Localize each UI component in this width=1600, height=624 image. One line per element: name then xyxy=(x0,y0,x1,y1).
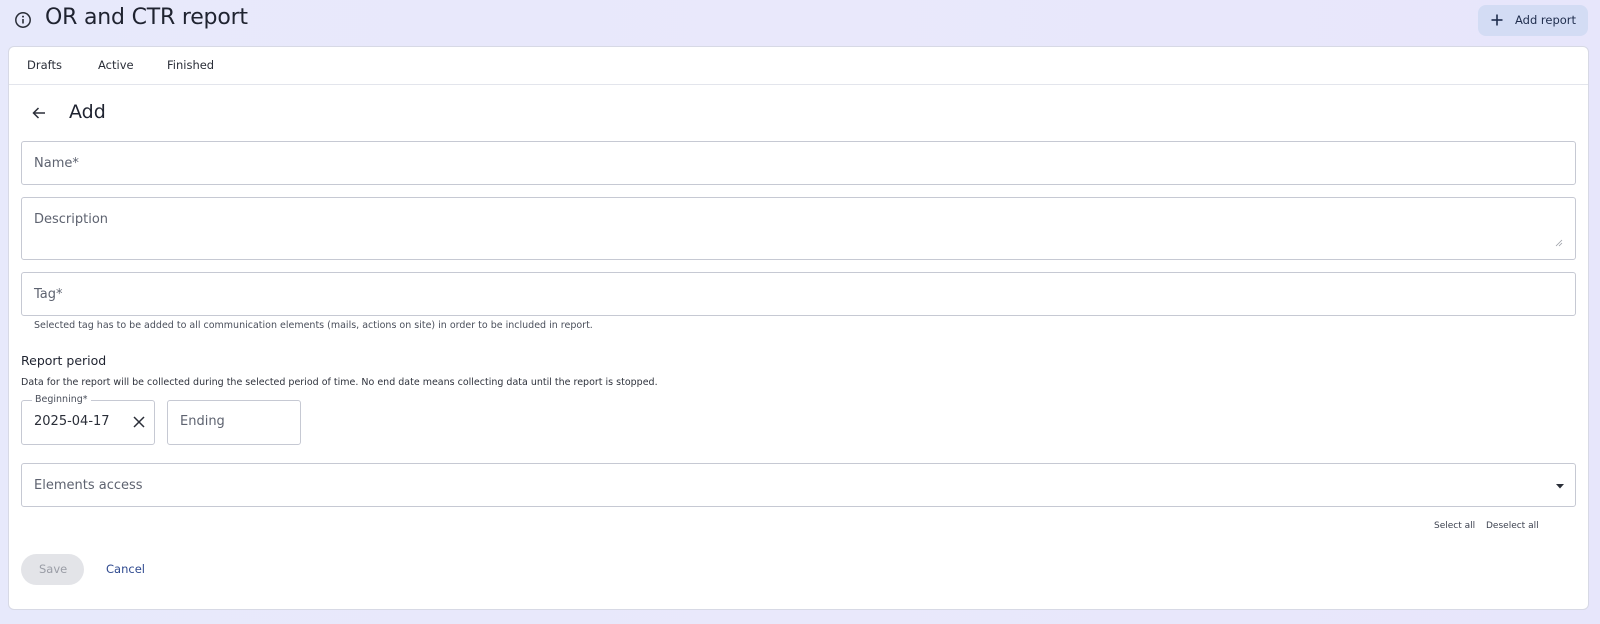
tag-input[interactable]: Tag* xyxy=(21,272,1576,316)
tag-helper-text: Selected tag has to be added to all comm… xyxy=(34,320,593,331)
name-input[interactable]: Name* xyxy=(21,141,1576,185)
tab-finished[interactable]: Finished xyxy=(167,58,214,72)
form-title: Add xyxy=(69,101,106,123)
elements-access-select[interactable]: Elements access xyxy=(21,463,1576,507)
caret-down-icon xyxy=(1556,484,1564,489)
page-header: OR and CTR report Add report xyxy=(0,0,1600,40)
save-button[interactable]: Save xyxy=(21,554,84,585)
elements-access-placeholder: Elements access xyxy=(34,478,143,493)
tab-active[interactable]: Active xyxy=(98,58,134,72)
description-textarea[interactable]: Description xyxy=(21,197,1576,260)
ending-placeholder: Ending xyxy=(180,414,225,429)
description-placeholder: Description xyxy=(34,212,109,227)
beginning-date-field[interactable]: Beginning* 2025-04-17 xyxy=(21,394,155,445)
tab-bar: Drafts Active Finished xyxy=(9,47,1588,85)
plus-icon xyxy=(1491,14,1503,26)
info-icon[interactable] xyxy=(14,11,32,29)
name-placeholder: Name* xyxy=(34,156,79,171)
select-all-link[interactable]: Select all xyxy=(1434,521,1475,531)
beginning-date-value: 2025-04-17 xyxy=(34,414,110,429)
add-report-button[interactable]: Add report xyxy=(1478,5,1588,36)
page-title: OR and CTR report xyxy=(45,5,248,30)
report-period-title: Report period xyxy=(21,353,107,368)
arrow-left-icon[interactable] xyxy=(31,105,47,121)
ending-date-field[interactable]: Ending xyxy=(167,400,301,445)
tag-placeholder: Tag* xyxy=(34,287,63,302)
close-icon[interactable] xyxy=(132,415,146,429)
deselect-all-link[interactable]: Deselect all xyxy=(1486,521,1539,531)
save-label: Save xyxy=(39,562,68,576)
cancel-button[interactable]: Cancel xyxy=(106,562,145,576)
beginning-label: Beginning* xyxy=(32,394,91,405)
report-form-card: Drafts Active Finished Add Name* Descrip… xyxy=(8,46,1589,610)
tab-drafts[interactable]: Drafts xyxy=(27,58,62,72)
report-period-description: Data for the report will be collected du… xyxy=(21,377,658,388)
resize-handle-icon[interactable] xyxy=(1555,239,1563,247)
add-report-label: Add report xyxy=(1515,13,1577,27)
